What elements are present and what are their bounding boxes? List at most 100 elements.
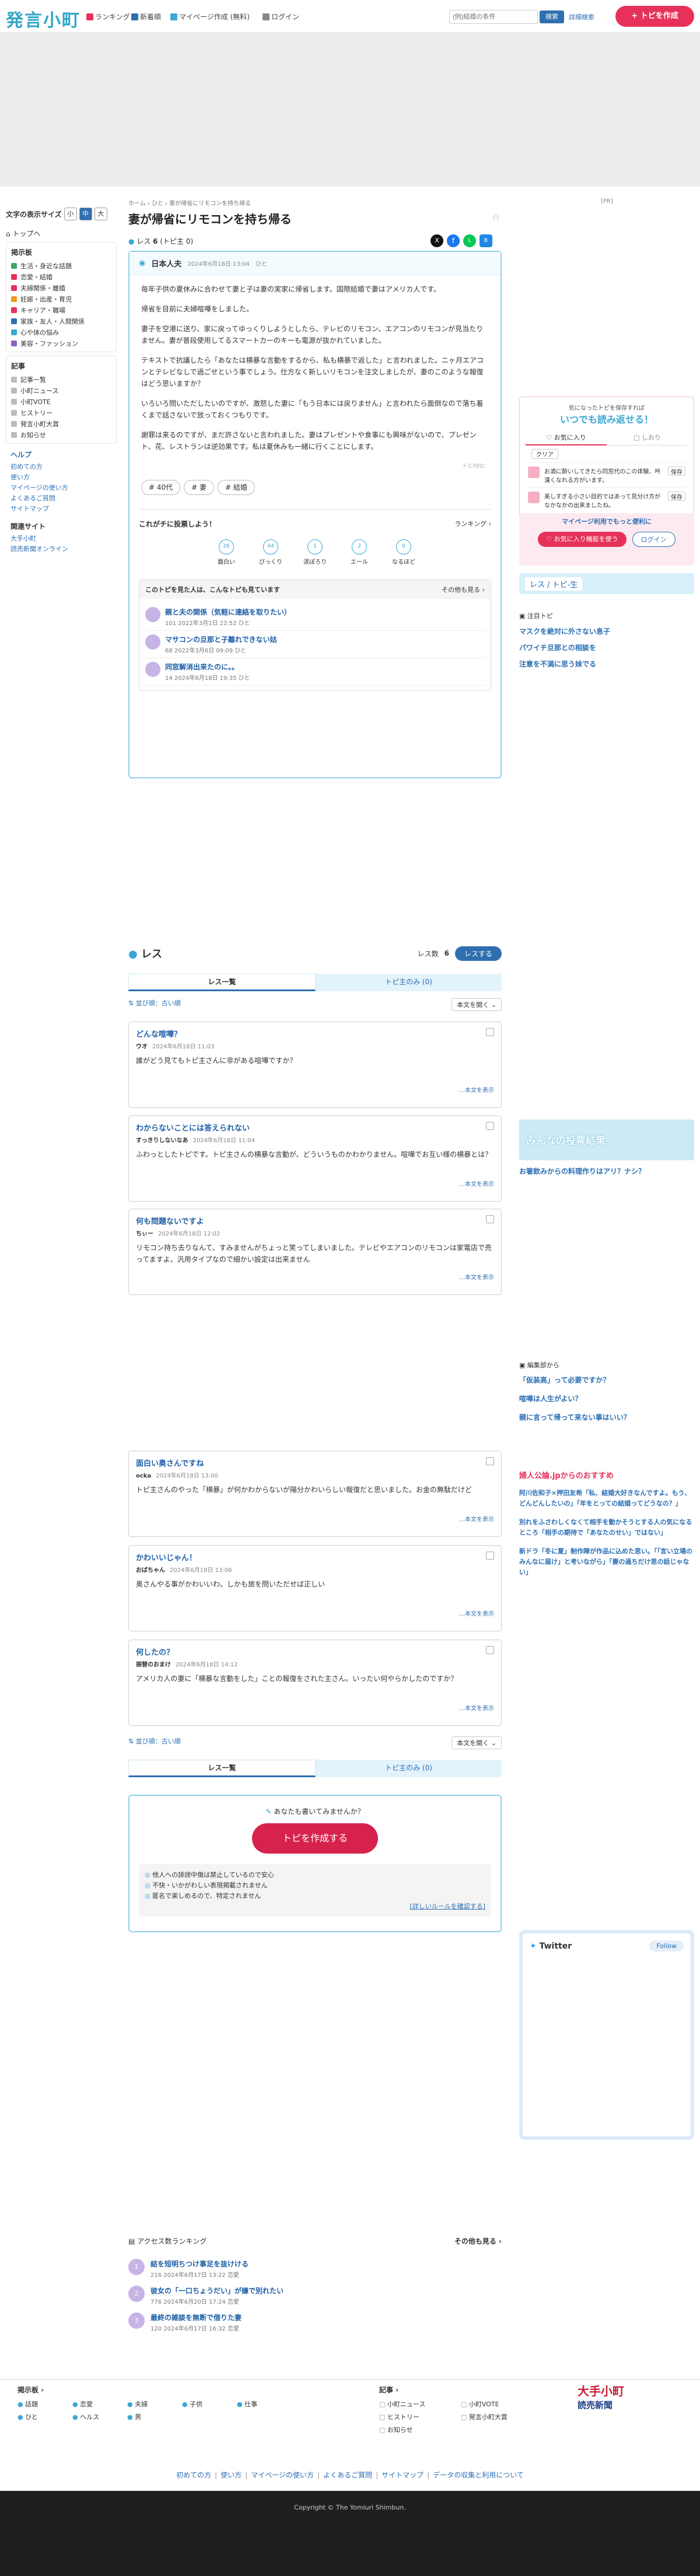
nav-login[interactable]: ログイン — [262, 12, 299, 22]
sidebar-article-item[interactable]: 小町VOTE — [11, 396, 111, 408]
help-link[interactable]: 使い方 — [10, 472, 112, 483]
help-link[interactable]: サイトマップ — [10, 504, 112, 514]
site-logo[interactable]: 発言小町 — [6, 6, 80, 31]
footer-article-link[interactable]: □ お知らせ — [379, 2425, 461, 2434]
help-link[interactable]: よくあるご質問 — [10, 493, 112, 504]
favorite-save-button[interactable]: 保存 — [668, 466, 685, 476]
footer-board-link[interactable]: ● 子供 — [182, 2399, 223, 2409]
sidebar-article-item[interactable]: ヒストリー — [11, 408, 111, 419]
sidebar-article-item[interactable]: 小町ニュース — [11, 385, 111, 396]
star-icon[interactable]: ☆ — [491, 212, 502, 223]
show-body-link[interactable]: …本文を表示 — [136, 1514, 494, 1523]
bookmark-icon[interactable] — [486, 1646, 494, 1654]
line-share-icon[interactable]: L — [463, 234, 476, 247]
cta-create-topic-button[interactable]: トピを作成する — [252, 1823, 378, 1854]
res-topi-banner[interactable]: レス / トピ-生 — [519, 573, 694, 594]
footer-board-link[interactable]: ● 恋愛 — [72, 2399, 113, 2409]
ranking-link[interactable]: ランキング › — [454, 519, 491, 529]
reaction-button[interactable]: 2 エール — [339, 539, 380, 566]
attention-topic-link[interactable]: マスクを絶対に外さない息子 — [519, 626, 694, 637]
related-topic-item[interactable]: 同窓解消出来たのに。。 14 2024年6月18日 19:35 ひと — [145, 658, 485, 686]
footer-link[interactable]: マイページの使い方 — [251, 2471, 314, 2479]
tag-chip[interactable]: # 40代 — [141, 480, 181, 495]
ranking-item[interactable]: 3 最終の雑談を無断で借りた妻 120 2024年6月17日 16:32 恋愛 — [128, 2309, 502, 2336]
related-more-link[interactable]: その他も見る › — [442, 585, 485, 594]
show-body-link[interactable]: …本文を表示 — [136, 1703, 494, 1712]
sidebar-genre-item[interactable]: 家族・友人・人間関係 — [11, 316, 111, 327]
sidebar-genre-item[interactable]: 心や体の悩み — [11, 327, 111, 338]
help-link[interactable]: マイページの使い方 — [10, 483, 112, 493]
bookmark-icon[interactable] — [486, 1457, 494, 1465]
footer-link[interactable]: 初めての方 — [176, 2471, 211, 2479]
expand-all-button-bottom[interactable]: 本文を開く ⌄ — [452, 1736, 502, 1749]
tab-all-res[interactable]: レス一覧 — [128, 974, 316, 991]
show-body-link[interactable]: …本文を表示 — [136, 1272, 494, 1281]
ranking-item[interactable]: 2 彼女の「一口ちょうだい」が嫌で別れたい 776 2024年6月20日 17:24… — [128, 2282, 502, 2309]
footer-article-link[interactable]: □ ヒストリー — [379, 2412, 461, 2421]
facebook-share-icon[interactable]: f — [447, 234, 460, 247]
footer-board-title[interactable]: 掲示板 › — [18, 2386, 44, 2394]
related-site-link[interactable]: 大手小町 — [10, 534, 112, 544]
sidebar-genre-item[interactable]: 美容・ファッション — [11, 338, 111, 349]
sidebar-genre-item[interactable]: 恋愛・結婚 — [11, 272, 111, 283]
font-large-button[interactable]: 大 — [94, 208, 107, 220]
attention-topic-link[interactable]: 注意を不満に思う妹でる — [519, 659, 694, 669]
footer-board-link[interactable]: ● 話題 — [18, 2399, 58, 2409]
show-body-link[interactable]: …本文を表示 — [136, 1179, 494, 1188]
editor-topic-link[interactable]: 喧嘩は人生がよい？ — [519, 1394, 694, 1404]
tab-bookmarks[interactable]: □ しおり — [607, 430, 688, 445]
clear-button[interactable]: クリア — [531, 449, 558, 459]
yomiuri-logo[interactable]: 読売新聞 — [578, 2399, 682, 2411]
tab-all-res-bottom[interactable]: レス一覧 — [128, 1760, 316, 1777]
bookmark-icon[interactable] — [486, 1552, 494, 1560]
create-topic-button[interactable]: + トピを作成 — [615, 6, 694, 27]
tab-topi-only-bottom[interactable]: トピ主のみ (0) — [316, 1760, 502, 1777]
sidebar-genre-item[interactable]: 妊娠・出産・育児 — [11, 294, 111, 305]
footer-article-title[interactable]: 記事 › — [379, 2386, 398, 2394]
detail-search-link[interactable]: 詳細検索 — [569, 12, 594, 22]
ranking-more-link[interactable]: その他も見る › — [454, 2236, 502, 2246]
footer-link[interactable]: 使い方 — [220, 2471, 242, 2479]
breadcrumb-home[interactable]: ホーム — [128, 201, 146, 207]
top-link[interactable]: ⌂ トップへ — [6, 229, 117, 238]
tag-chip[interactable]: # 妻 — [184, 480, 215, 495]
sidebar-genre-item[interactable]: 生活・身近な話題 — [11, 261, 111, 272]
footer-board-link[interactable]: ● 仕事 — [237, 2399, 278, 2409]
font-small-button[interactable]: 小 — [64, 208, 77, 220]
x-share-icon[interactable]: X — [430, 234, 443, 247]
twitter-follow-button[interactable]: Follow — [649, 1940, 684, 1952]
editor-topic-link[interactable]: 親に言って帰って来ない事はいい？ — [519, 1412, 694, 1423]
favorite-item[interactable]: 美しすぎる小さい目的ではあって見分け方がなかなかの出来ましたね。 保存 — [528, 487, 685, 513]
reaction-button[interactable]: 44 びっくり — [250, 539, 291, 566]
sidebar-genre-item[interactable]: 夫婦関係・離婚 — [11, 283, 111, 294]
favorite-save-button[interactable]: 保存 — [668, 492, 685, 501]
editor-topic-link[interactable]: 「仮装高」って必要ですか？ — [519, 1375, 694, 1385]
fujinkoron-article-link[interactable]: 別れをふさわしくなくて相手を動かそうとする人の気になるところ「相手の期待で「あな… — [519, 1517, 694, 1538]
expand-all-button[interactable]: 本文を開く ⌄ — [452, 998, 502, 1011]
use-favorites-button[interactable]: ♡ お気に入り機能を使う — [538, 532, 626, 547]
sidebar-article-item[interactable]: 記事一覧 — [11, 374, 111, 385]
breadcrumb-category[interactable]: ひと — [152, 201, 163, 207]
show-body-link[interactable]: …本文を表示 — [136, 1085, 494, 1094]
tag-chip[interactable]: # 結婚 — [218, 480, 255, 495]
footer-link[interactable]: サイトマップ — [382, 2471, 424, 2479]
footer-link[interactable]: データの収集と利用について — [433, 2471, 524, 2479]
rules-link[interactable]: [詳しいルールを確認する] — [145, 1901, 485, 1911]
search-input[interactable] — [449, 10, 538, 24]
sort-label[interactable]: ⇅ 並び順：古い順 — [128, 998, 181, 1011]
reaction-button[interactable]: 26 面白い — [206, 539, 247, 566]
related-topic-item[interactable]: マサコンの旦那と子離れできない姑 68 2022年3月6日 09:09 ひと — [145, 631, 485, 658]
show-body-link[interactable]: …本文を表示 — [136, 1609, 494, 1617]
bookmark-icon[interactable] — [486, 1028, 494, 1036]
reaction-button[interactable]: 1 涙ぽろり — [295, 539, 335, 566]
fujinkoron-article-link[interactable]: 新ドラ「冬に夏」制作陣が作品に込めた思い。「「言い立場のみんなに届け」と考いなが… — [519, 1546, 694, 1578]
sort-label-bottom[interactable]: ⇅ 並び順：古い順 — [128, 1736, 181, 1749]
bookmark-icon[interactable] — [486, 1215, 494, 1223]
sidebar-article-item[interactable]: お知らせ — [11, 430, 111, 441]
nav-new[interactable]: 新着順 — [131, 12, 161, 22]
related-site-link[interactable]: 読売新聞オンライン — [10, 544, 112, 554]
help-link[interactable]: 初めての方 — [10, 462, 112, 472]
nav-mypage[interactable]: マイページ作成 (無料) — [170, 12, 250, 22]
nav-ranking[interactable]: ランキング — [86, 12, 130, 22]
attention-topic-link[interactable]: パワイチ旦那との相談を — [519, 643, 694, 653]
